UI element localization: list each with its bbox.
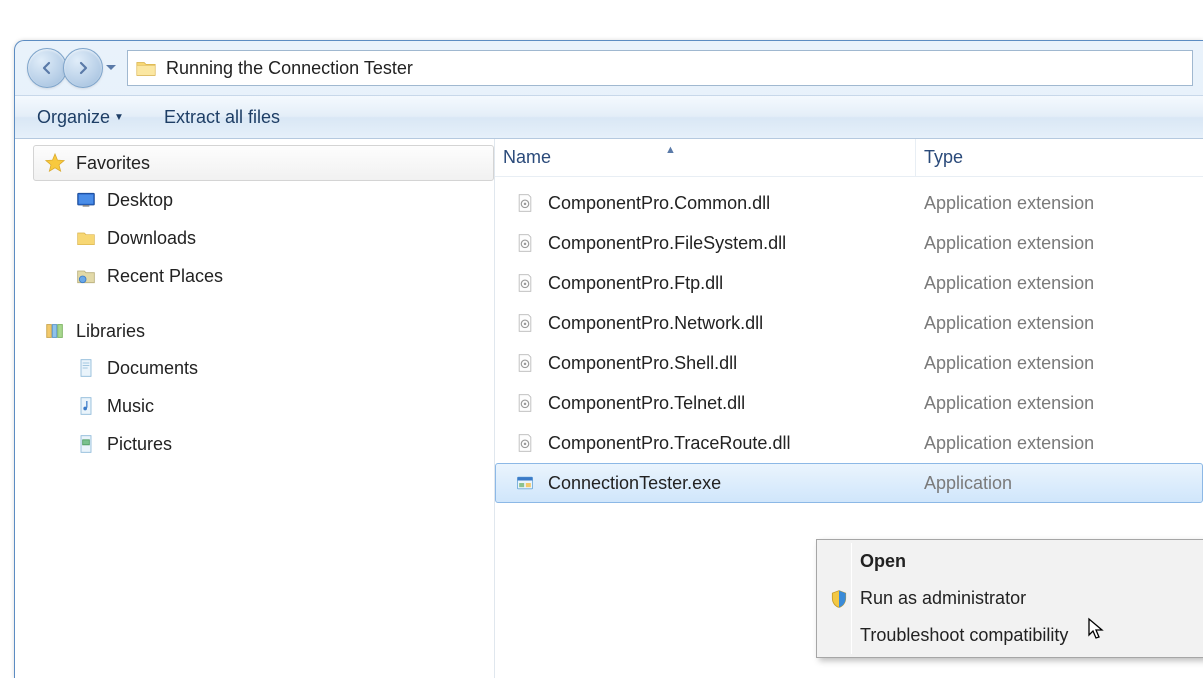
dll-icon <box>514 192 536 214</box>
file-type: Application extension <box>916 313 1094 334</box>
nav-history-dropdown[interactable] <box>103 50 119 86</box>
file-type: Application extension <box>916 393 1094 414</box>
documents-icon <box>75 357 97 379</box>
sidebar-item-label: Recent Places <box>107 266 223 287</box>
file-type: Application extension <box>916 193 1094 214</box>
libraries-icon <box>44 320 66 342</box>
file-row[interactable]: ComponentPro.Ftp.dll Application extensio… <box>495 263 1203 303</box>
sort-ascending-icon: ▲ <box>665 144 676 156</box>
column-type-label: Type <box>924 147 963 168</box>
nav-buttons <box>27 48 119 88</box>
file-name: ComponentPro.Ftp.dll <box>548 273 723 294</box>
organize-button[interactable]: Organize ▼ <box>37 107 124 128</box>
file-name: ConnectionTester.exe <box>548 473 721 494</box>
sidebar-item-pictures[interactable]: Pictures <box>33 425 494 463</box>
libraries-group: Libraries Documents Music <box>33 313 494 463</box>
file-name: ComponentPro.FileSystem.dll <box>548 233 786 254</box>
sidebar-item-label: Desktop <box>107 190 173 211</box>
file-row[interactable]: ComponentPro.TraceRoute.dll Application e… <box>495 423 1203 463</box>
file-row[interactable]: ConnectionTester.exe Application <box>495 463 1203 503</box>
sidebar-item-downloads[interactable]: Downloads <box>33 219 494 257</box>
libraries-header[interactable]: Libraries <box>33 313 494 349</box>
file-list: ComponentPro.Common.dll Application exten… <box>495 177 1203 503</box>
dll-icon <box>514 312 536 334</box>
sidebar-item-label: Pictures <box>107 434 172 455</box>
context-menu: Open Run as administrator Troubleshoot c… <box>816 539 1203 658</box>
menu-label: Run as administrator <box>860 588 1026 609</box>
file-row[interactable]: ComponentPro.Common.dll Application exten… <box>495 183 1203 223</box>
menu-run-as-admin[interactable]: Run as administrator <box>820 580 1202 617</box>
star-icon <box>44 152 66 174</box>
pictures-icon <box>75 433 97 455</box>
folder-icon <box>134 56 158 80</box>
dll-icon <box>514 232 536 254</box>
sidebar-item-recent[interactable]: Recent Places <box>33 257 494 295</box>
favorites-label: Favorites <box>76 153 150 174</box>
favorites-group: Favorites Desktop Downloads <box>33 145 494 295</box>
menu-open[interactable]: Open <box>820 543 1202 580</box>
file-name: ComponentPro.Shell.dll <box>548 353 737 374</box>
column-type[interactable]: Type <box>915 139 963 176</box>
file-row[interactable]: ComponentPro.Shell.dll Application extens… <box>495 343 1203 383</box>
menu-label: Troubleshoot compatibility <box>860 625 1068 646</box>
navigation-pane: Favorites Desktop Downloads <box>15 139 495 678</box>
file-name: ComponentPro.Network.dll <box>548 313 763 334</box>
downloads-icon <box>75 227 97 249</box>
back-button[interactable] <box>27 48 67 88</box>
path-box[interactable]: Running the Connection Tester <box>127 50 1193 86</box>
column-name[interactable]: Name ▲ <box>495 147 915 168</box>
favorites-header[interactable]: Favorites <box>33 145 494 181</box>
file-type: Application <box>916 473 1012 494</box>
organize-label: Organize <box>37 107 110 128</box>
address-bar: Running the Connection Tester <box>15 41 1203 95</box>
dll-icon <box>514 392 536 414</box>
file-type: Application extension <box>916 273 1094 294</box>
dll-icon <box>514 352 536 374</box>
sidebar-item-label: Downloads <box>107 228 196 249</box>
libraries-label: Libraries <box>76 321 145 342</box>
extract-label: Extract all files <box>164 107 280 128</box>
sidebar-item-music[interactable]: Music <box>33 387 494 425</box>
sidebar-item-documents[interactable]: Documents <box>33 349 494 387</box>
dll-icon <box>514 432 536 454</box>
file-row[interactable]: ComponentPro.Telnet.dll Application exten… <box>495 383 1203 423</box>
column-headers: Name ▲ Type <box>495 139 1203 177</box>
file-type: Application extension <box>916 433 1094 454</box>
sidebar-item-desktop[interactable]: Desktop <box>33 181 494 219</box>
music-icon <box>75 395 97 417</box>
file-name: ComponentPro.Common.dll <box>548 193 770 214</box>
menu-troubleshoot[interactable]: Troubleshoot compatibility <box>820 617 1202 654</box>
file-type: Application extension <box>916 353 1094 374</box>
file-row[interactable]: ComponentPro.FileSystem.dll Application e… <box>495 223 1203 263</box>
toolbar: Organize ▼ Extract all files <box>15 95 1203 139</box>
file-type: Application extension <box>916 233 1094 254</box>
desktop-icon <box>75 189 97 211</box>
menu-label: Open <box>860 551 906 572</box>
shield-icon <box>828 588 850 610</box>
column-name-label: Name <box>503 147 551 168</box>
extract-all-button[interactable]: Extract all files <box>164 107 280 128</box>
sidebar-item-label: Documents <box>107 358 198 379</box>
chevron-down-icon: ▼ <box>114 112 124 123</box>
exe-icon <box>514 472 536 494</box>
file-row[interactable]: ComponentPro.Network.dll Application exte… <box>495 303 1203 343</box>
path-text: Running the Connection Tester <box>166 58 413 79</box>
forward-button[interactable] <box>63 48 103 88</box>
recent-icon <box>75 265 97 287</box>
file-name: ComponentPro.TraceRoute.dll <box>548 433 790 454</box>
sidebar-item-label: Music <box>107 396 154 417</box>
file-name: ComponentPro.Telnet.dll <box>548 393 745 414</box>
dll-icon <box>514 272 536 294</box>
